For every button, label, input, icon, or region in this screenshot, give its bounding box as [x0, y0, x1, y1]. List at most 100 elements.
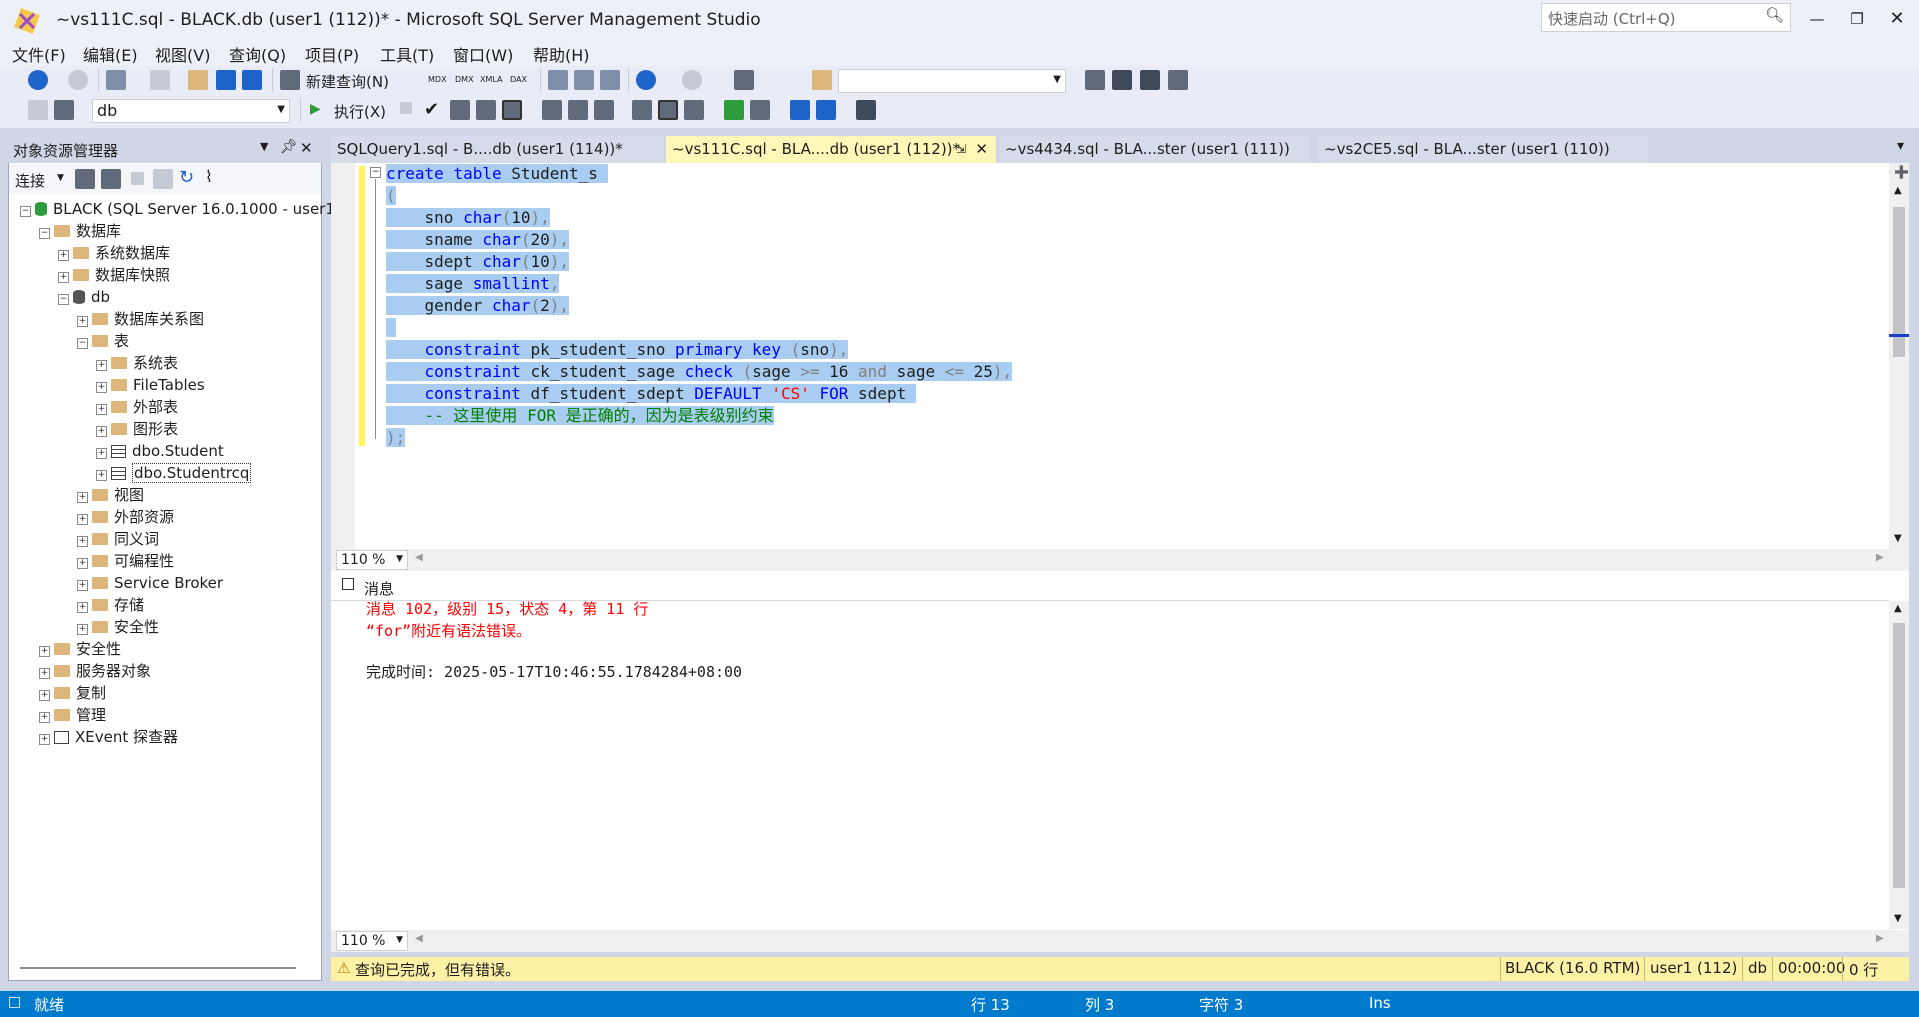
- tree-item[interactable]: + Service Broker: [77, 572, 223, 594]
- expand-icon[interactable]: +: [58, 250, 69, 261]
- expand-icon[interactable]: +: [77, 536, 88, 547]
- expand-icon[interactable]: +: [77, 580, 88, 591]
- close-panel-icon[interactable]: ✕: [300, 139, 313, 157]
- tree-item[interactable]: − 表: [77, 330, 129, 352]
- expand-icon[interactable]: +: [96, 448, 107, 459]
- expand-icon[interactable]: +: [58, 272, 69, 283]
- expand-icon[interactable]: +: [96, 360, 107, 371]
- results-vscrollbar[interactable]: ▲ ▼: [1889, 601, 1909, 929]
- paste-icon[interactable]: [600, 70, 620, 90]
- forward-icon[interactable]: [68, 70, 88, 90]
- tree-item[interactable]: − BLACK (SQL Server 16.0.1000 - user1: [20, 198, 335, 220]
- client-stats-icon[interactable]: [594, 100, 614, 120]
- tree-item[interactable]: + 系统数据库: [58, 242, 170, 264]
- change-connection-icon[interactable]: [54, 100, 74, 120]
- menu-window[interactable]: 窗口(W): [453, 42, 513, 66]
- uncomment-icon[interactable]: [750, 100, 770, 120]
- tree-item[interactable]: + FileTables: [96, 374, 205, 396]
- include-plan-icon[interactable]: [542, 100, 562, 120]
- expand-icon[interactable]: +: [77, 316, 88, 327]
- increase-indent-icon[interactable]: [816, 100, 836, 120]
- tree-item[interactable]: + 图形表: [96, 418, 178, 440]
- activity-icon[interactable]: ⌇: [205, 167, 213, 186]
- tree-item[interactable]: + 复制: [39, 682, 106, 704]
- close-tab-icon[interactable]: ✕: [975, 136, 988, 163]
- collapse-icon[interactable]: −: [20, 206, 31, 217]
- display-plan-icon[interactable]: [450, 100, 470, 120]
- menu-view[interactable]: 视图(V): [155, 42, 210, 66]
- query-analyzer-icon[interactable]: [476, 100, 496, 120]
- tree-item[interactable]: + 可编程性: [77, 550, 174, 572]
- dax-query-icon[interactable]: DAX: [510, 75, 527, 84]
- expand-icon[interactable]: +: [77, 624, 88, 635]
- command-window-icon[interactable]: [1168, 70, 1188, 90]
- tree-item[interactable]: + 管理: [39, 704, 106, 726]
- menu-edit[interactable]: 编辑(E): [83, 42, 138, 66]
- collapse-icon[interactable]: −: [39, 228, 50, 239]
- connect-icon[interactable]: [28, 100, 48, 120]
- stop-icon[interactable]: [131, 172, 144, 185]
- expand-icon[interactable]: +: [77, 602, 88, 613]
- editor-vscrollbar[interactable]: ➕ ▲ ▼: [1889, 163, 1909, 549]
- tree-item[interactable]: + 数据库关系图: [77, 308, 204, 330]
- tree-item[interactable]: + 安全性: [39, 638, 121, 660]
- editor-zoom-combo[interactable]: 110 % ▼: [336, 550, 408, 570]
- collapse-region-icon[interactable]: −: [370, 167, 381, 178]
- tree-item[interactable]: + 存储: [77, 594, 144, 616]
- comment-icon[interactable]: [724, 100, 744, 120]
- mdx-query-icon[interactable]: MDX: [428, 75, 447, 84]
- tree-item[interactable]: + 外部资源: [77, 506, 174, 528]
- results-scroll-right-icon[interactable]: ▶: [1876, 933, 1884, 944]
- specify-values-icon[interactable]: [856, 100, 876, 120]
- tree-item[interactable]: + 安全性: [77, 616, 159, 638]
- menu-query[interactable]: 查询(Q): [229, 42, 286, 66]
- wrench-icon[interactable]: [1112, 70, 1132, 90]
- expand-icon[interactable]: +: [77, 558, 88, 569]
- find-icon[interactable]: [812, 70, 832, 90]
- pin-icon[interactable]: 📌︎: [280, 139, 298, 155]
- tree-item[interactable]: + 数据库快照: [58, 264, 170, 286]
- expand-icon[interactable]: +: [96, 382, 107, 393]
- panel-dropdown-icon[interactable]: ▼: [260, 140, 268, 153]
- expand-icon[interactable]: +: [77, 492, 88, 503]
- decrease-indent-icon[interactable]: [790, 100, 810, 120]
- menu-tools[interactable]: 工具(T): [380, 42, 434, 66]
- tab-2[interactable]: ~vs111C.sql - BLA....db (user1 (112))* ⇲ ✕: [666, 136, 996, 163]
- save-all-icon[interactable]: [242, 70, 262, 90]
- collapse-icon[interactable]: −: [77, 338, 88, 349]
- expand-icon[interactable]: +: [39, 690, 50, 701]
- database-combo[interactable]: db ▼: [92, 99, 290, 123]
- results-to-grid-icon[interactable]: [502, 100, 522, 120]
- expand-icon[interactable]: +: [77, 514, 88, 525]
- copy-icon[interactable]: [574, 70, 594, 90]
- parse-check-icon[interactable]: ✔: [424, 99, 439, 120]
- results-zoom-combo[interactable]: 110 % ▼: [336, 931, 408, 951]
- tree-item[interactable]: + 同义词: [77, 528, 159, 550]
- stop-icon[interactable]: [400, 102, 412, 114]
- close-window-button[interactable]: ✕: [1877, 6, 1917, 32]
- tree-item[interactable]: + dbo.Student: [96, 440, 224, 462]
- results-file-icon[interactable]: [684, 100, 704, 120]
- properties-icon[interactable]: [1085, 70, 1105, 90]
- split-icon[interactable]: ➕: [1894, 165, 1909, 179]
- activity-monitor-icon[interactable]: [734, 70, 754, 90]
- pin-tab-icon[interactable]: ⇲: [956, 136, 966, 163]
- open-file-icon[interactable]: [188, 70, 208, 90]
- expand-icon[interactable]: +: [39, 668, 50, 679]
- menu-project[interactable]: 项目(P): [305, 42, 359, 66]
- quick-launch-input[interactable]: 快速启动 (Ctrl+Q) 🔍︎: [1541, 3, 1791, 32]
- results-text-icon[interactable]: [632, 100, 652, 120]
- tab-list-dropdown-icon[interactable]: ▾: [1897, 138, 1904, 154]
- tree-item[interactable]: + 视图: [77, 484, 144, 506]
- restore-button[interactable]: ❐: [1837, 6, 1877, 32]
- tree-hscrollbar[interactable]: [20, 967, 296, 969]
- messages-tab[interactable]: 消息: [364, 578, 394, 599]
- save-icon[interactable]: [216, 70, 236, 90]
- scroll-right-icon[interactable]: ▶: [1876, 552, 1884, 563]
- tab-3[interactable]: ~vs4434.sql - BLA...ster (user1 (111)): [999, 136, 1309, 163]
- tree-item[interactable]: + 外部表: [96, 396, 178, 418]
- scroll-up-icon[interactable]: ▲: [1894, 185, 1902, 196]
- connect-dropdown-icon[interactable]: ▼: [57, 173, 64, 183]
- expand-icon[interactable]: +: [39, 646, 50, 657]
- tree-item[interactable]: + 服务器对象: [39, 660, 151, 682]
